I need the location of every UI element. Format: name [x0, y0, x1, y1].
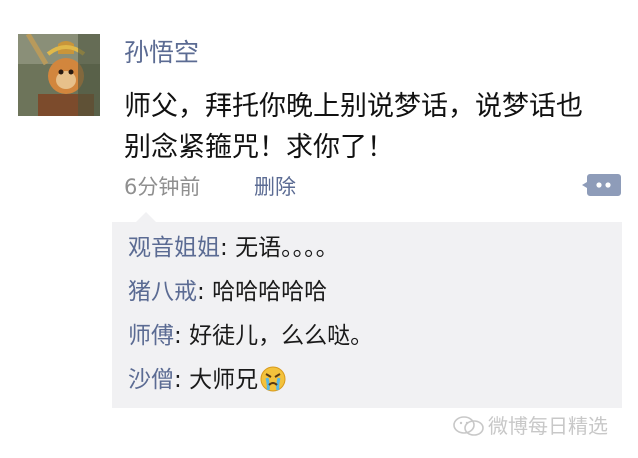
- comment-item[interactable]: 师傅: 好徒儿，么么哒。: [128, 318, 373, 354]
- delete-button[interactable]: 删除: [254, 172, 296, 202]
- wechat-icon: [452, 415, 486, 437]
- angry-tears-emoji-icon: [260, 366, 286, 392]
- comment-text: 哈哈哈哈哈: [212, 279, 328, 305]
- comment-separator: :: [220, 235, 236, 261]
- comment-text: 好徒儿，么么哒。: [189, 323, 374, 349]
- comment-text: 大师兄: [189, 367, 259, 393]
- post-content-line: 别念紧箍咒！求你了！: [124, 132, 394, 163]
- comment-item[interactable]: 沙僧: 大师兄: [128, 362, 286, 398]
- comments-panel: 观音姐姐: 无语。。。。 猪八戒: 哈哈哈哈哈 师傅: 好徒儿，么么哒。 沙僧:…: [112, 212, 622, 408]
- post-content-line: 师父，拜托你晚上别说梦话，说梦话也: [124, 91, 583, 122]
- comment-author[interactable]: 师傅: [128, 323, 174, 349]
- comment-bubble-icon: [582, 174, 621, 196]
- comment-author[interactable]: 沙僧: [128, 367, 174, 393]
- watermark-text: 微博每日精选: [488, 414, 608, 438]
- post-content: 师父，拜托你晚上别说梦话，说梦话也 别念紧箍咒！求你了！: [124, 86, 624, 168]
- comment-separator: :: [197, 279, 213, 305]
- watermark: 微博每日精选: [452, 412, 608, 440]
- comment-author[interactable]: 猪八戒: [128, 279, 197, 305]
- comment-item[interactable]: 猪八戒: 哈哈哈哈哈: [128, 274, 327, 310]
- avatar[interactable]: [18, 34, 100, 116]
- comment-item[interactable]: 观音姐姐: 无语。。。。: [128, 230, 339, 266]
- monkey-king-avatar-image: [18, 34, 100, 116]
- comment-author[interactable]: 观音姐姐: [128, 235, 220, 261]
- comments-panel-pointer: [136, 212, 156, 222]
- comment-text: 无语。。。。: [235, 235, 339, 261]
- comment-separator: :: [174, 323, 190, 349]
- post-timestamp: 6分钟前: [124, 175, 201, 199]
- comment-action-button[interactable]: [582, 172, 622, 198]
- comment-separator: :: [174, 367, 190, 393]
- post-author-name[interactable]: 孙悟空: [124, 36, 199, 70]
